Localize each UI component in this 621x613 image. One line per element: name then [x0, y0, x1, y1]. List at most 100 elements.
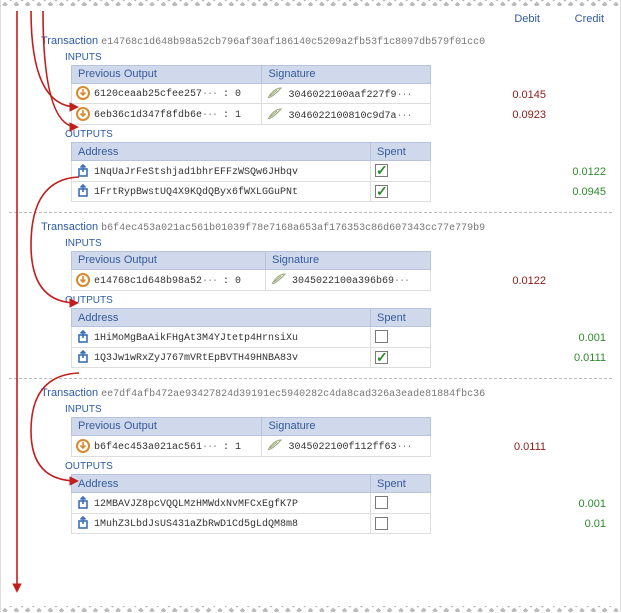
transaction-block: Transaction b6f4ec453a021ac561b01039f78e…	[1, 213, 620, 378]
input-icon	[76, 274, 94, 286]
output-icon	[76, 351, 94, 363]
outputs-table: AddressSpent12MBAVJZ8pcVQQLMzHMWdxNvMFCx…	[71, 474, 431, 534]
spent-header: Spent	[371, 475, 431, 493]
prev-output-header: Previous Output	[72, 66, 262, 84]
spent-checkbox	[375, 164, 388, 177]
debit-amount: 0.0122	[492, 271, 552, 291]
feather-icon	[270, 272, 286, 286]
address-cell: 1MuhZ3LbdJsUS431aZbRwD1Cd5gLdQM8m8	[72, 513, 371, 533]
prev-output-cell: 6120ceaab25cfee257··· : 0	[72, 83, 262, 104]
inputs-label: INPUTS	[65, 52, 612, 63]
credit-column: 0.01220.0945	[552, 142, 612, 202]
torn-edge-top	[1, 0, 620, 6]
signature-header: Signature	[262, 66, 431, 84]
spent-cell	[371, 493, 431, 513]
inputs-row: Previous OutputSignature6120ceaab25cfee2…	[71, 65, 612, 125]
signature-header: Signature	[265, 252, 430, 270]
credit-amount: 0.0945	[552, 182, 612, 202]
spent-header: Spent	[371, 143, 431, 161]
spent-cell	[371, 161, 431, 181]
signature-cell: 3046022100aaf227f9···	[262, 83, 431, 104]
debit-header: Debit	[496, 13, 540, 25]
inputs-row: Previous OutputSignatureb6f4ec453a021ac5…	[71, 417, 612, 457]
outputs-table: AddressSpent1HiMoMgBaAikFHgAt3M4YJtetp4H…	[71, 308, 431, 368]
output-icon	[76, 165, 94, 177]
feather-icon	[266, 86, 282, 100]
output-icon	[76, 497, 94, 509]
debit-column: 0.0122	[492, 251, 552, 291]
spent-checkbox	[375, 185, 388, 198]
input-row: 6eb36c1d347f8fdb6e··· : 13046022100810c9…	[72, 104, 431, 125]
credit-column: 0.0010.0111	[552, 308, 612, 368]
credit-amount: 0.001	[552, 494, 612, 514]
inputs-table: Previous OutputSignatureb6f4ec453a021ac5…	[71, 417, 431, 457]
transaction-block: Transaction ee7df4afb472ae93427824d39191…	[1, 379, 620, 544]
feather-icon	[266, 438, 282, 452]
address-cell: 1Q3Jw1wRxZyJ767mVRtEpBVTH49HNBA83v	[72, 347, 371, 367]
address-cell: 12MBAVJZ8pcVQQLMzHMWdxNvMFCxEgfK7P	[72, 493, 371, 513]
credit-column: 0.0010.01	[552, 474, 612, 534]
input-row: b6f4ec453a021ac561··· : 13045022100f112f…	[72, 435, 431, 456]
debit-amount: 0.0923	[492, 105, 552, 125]
debit-column: 0.01450.0923	[492, 65, 552, 125]
outputs-label: OUTPUTS	[65, 461, 612, 472]
inputs-table: Previous OutputSignaturee14768c1d648b98a…	[71, 251, 431, 291]
signature-header: Signature	[262, 418, 431, 436]
outputs-table: AddressSpent1NqUaJrFeStshjad1bhrEFFzWSQw…	[71, 142, 431, 202]
spent-header: Spent	[371, 309, 431, 327]
tx-title: Transaction ee7df4afb472ae93427824d39191…	[41, 387, 612, 400]
output-row: 1HiMoMgBaAikFHgAt3M4YJtetp4HrnsiXu	[72, 327, 431, 347]
output-row: 1NqUaJrFeStshjad1bhrEFFzWSQw6JHbqv	[72, 161, 431, 181]
outputs-row: AddressSpent12MBAVJZ8pcVQQLMzHMWdxNvMFCx…	[71, 474, 612, 534]
outputs-row: AddressSpent1NqUaJrFeStshjad1bhrEFFzWSQw…	[71, 142, 612, 202]
tx-title: Transaction e14768c1d648b98a52cb796af30a…	[41, 35, 612, 48]
credit-amount: 0.001	[552, 328, 612, 348]
prev-output-cell: e14768c1d648b98a52··· : 0	[72, 269, 266, 290]
inputs-label: INPUTS	[65, 404, 612, 415]
spent-checkbox	[375, 517, 388, 530]
credit-header: Credit	[560, 13, 604, 25]
prev-output-header: Previous Output	[72, 252, 266, 270]
debit-amount: 0.0145	[492, 85, 552, 105]
signature-cell: 3045022100a396b69···	[265, 269, 430, 290]
tx-hash: b6f4ec453a021ac561b01039f78e7168a653af17…	[101, 223, 485, 234]
address-header: Address	[72, 143, 371, 161]
credit-amount: 0.0111	[552, 348, 612, 368]
tx-hash: e14768c1d648b98a52cb796af30af186140c5209…	[101, 37, 485, 48]
input-icon	[76, 108, 94, 120]
address-cell: 1HiMoMgBaAikFHgAt3M4YJtetp4HrnsiXu	[72, 327, 371, 347]
spent-cell	[371, 347, 431, 367]
prev-output-header: Previous Output	[72, 418, 262, 436]
output-icon	[76, 517, 94, 529]
tx-label: Transaction	[41, 35, 98, 47]
output-row: 12MBAVJZ8pcVQQLMzHMWdxNvMFCxEgfK7P	[72, 493, 431, 513]
input-row: e14768c1d648b98a52··· : 03045022100a396b…	[72, 269, 431, 290]
credit-amount: 0.0122	[552, 162, 612, 182]
input-row: 6120ceaab25cfee257··· : 03046022100aaf22…	[72, 83, 431, 104]
output-row: 1Q3Jw1wRxZyJ767mVRtEpBVTH49HNBA83v	[72, 347, 431, 367]
debit-column: 0.0111	[492, 417, 552, 457]
totals-header: Debit Credit	[1, 9, 620, 27]
output-row: 1MuhZ3LbdJsUS431aZbRwD1Cd5gLdQM8m8	[72, 513, 431, 533]
signature-cell: 3046022100810c9d7a···	[262, 104, 431, 125]
torn-edge-bottom	[1, 606, 620, 612]
output-icon	[76, 331, 94, 343]
tx-label: Transaction	[41, 387, 98, 399]
credit-amount: 0.01	[552, 514, 612, 534]
inputs-table: Previous OutputSignature6120ceaab25cfee2…	[71, 65, 431, 125]
address-header: Address	[72, 309, 371, 327]
tx-label: Transaction	[41, 221, 98, 233]
prev-output-cell: 6eb36c1d347f8fdb6e··· : 1	[72, 104, 262, 125]
outputs-row: AddressSpent1HiMoMgBaAikFHgAt3M4YJtetp4H…	[71, 308, 612, 368]
address-cell: 1NqUaJrFeStshjad1bhrEFFzWSQw6JHbqv	[72, 161, 371, 181]
tx-title: Transaction b6f4ec453a021ac561b01039f78e…	[41, 221, 612, 234]
input-icon	[76, 87, 94, 99]
feather-icon	[266, 107, 282, 121]
spent-checkbox	[375, 351, 388, 364]
outputs-label: OUTPUTS	[65, 129, 612, 140]
transaction-block: Transaction e14768c1d648b98a52cb796af30a…	[1, 27, 620, 212]
spent-checkbox	[375, 330, 388, 343]
spent-cell	[371, 513, 431, 533]
spent-checkbox	[375, 496, 388, 509]
address-header: Address	[72, 475, 371, 493]
